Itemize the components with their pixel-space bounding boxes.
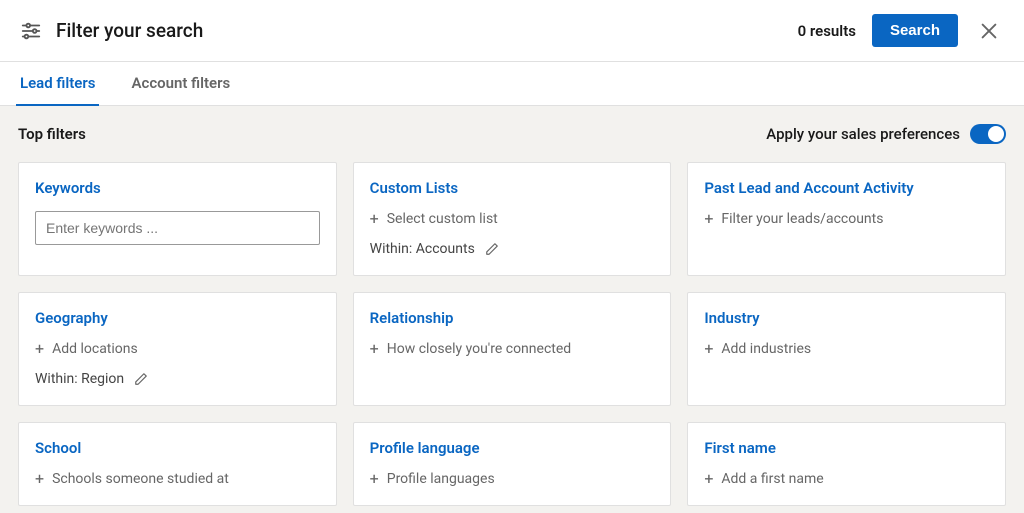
add-first-name[interactable]: + Add a first name <box>704 471 989 487</box>
filter-sliders-icon <box>20 20 42 42</box>
close-icon <box>978 20 1000 42</box>
edit-custom-lists-scope[interactable] <box>485 242 499 256</box>
close-button[interactable] <box>974 16 1004 46</box>
card-first-name: First name + Add a first name <box>687 422 1006 506</box>
card-keywords: Keywords <box>18 162 337 276</box>
modal-header: Filter your search 0 results Search <box>0 0 1024 62</box>
add-custom-list-label: Select custom list <box>387 211 498 227</box>
edit-geography-scope[interactable] <box>134 372 148 386</box>
toggle-knob <box>988 126 1004 142</box>
page-title: Filter your search <box>56 19 203 42</box>
card-geography: Geography + Add locations Within: Region <box>18 292 337 406</box>
geography-scope-label: Within: Region <box>35 371 124 387</box>
add-relationship-label: How closely you're connected <box>387 341 571 357</box>
tab-lead-filters[interactable]: Lead filters <box>16 62 99 106</box>
keywords-input[interactable] <box>35 211 320 245</box>
header-left: Filter your search <box>20 19 203 42</box>
sales-prefs-toggle[interactable] <box>970 124 1006 144</box>
add-past-activity-label: Filter your leads/accounts <box>721 211 883 227</box>
add-relationship[interactable]: + How closely you're connected <box>370 341 655 357</box>
sales-prefs-container: Apply your sales preferences <box>766 124 1006 144</box>
content-area: Top filters Apply your sales preferences… <box>0 106 1024 513</box>
add-profile-language[interactable]: + Profile languages <box>370 471 655 487</box>
card-custom-lists: Custom Lists + Select custom list Within… <box>353 162 672 276</box>
plus-icon: + <box>35 471 44 487</box>
custom-lists-scope: Within: Accounts <box>370 241 655 257</box>
add-first-name-label: Add a first name <box>721 471 823 487</box>
geography-scope: Within: Region <box>35 371 320 387</box>
add-industry-label: Add industries <box>721 341 811 357</box>
add-school[interactable]: + Schools someone studied at <box>35 471 320 487</box>
search-button[interactable]: Search <box>872 14 958 47</box>
section-title: Top filters <box>18 125 86 143</box>
header-right: 0 results Search <box>798 14 1004 47</box>
tab-account-filters[interactable]: Account filters <box>127 62 234 106</box>
card-school: School + Schools someone studied at <box>18 422 337 506</box>
card-title-relationship: Relationship <box>370 309 655 327</box>
card-past-activity: Past Lead and Account Activity + Filter … <box>687 162 1006 276</box>
card-title-geography: Geography <box>35 309 320 327</box>
tabs: Lead filters Account filters <box>0 62 1024 106</box>
plus-icon: + <box>370 341 379 357</box>
plus-icon: + <box>35 341 44 357</box>
card-title-first-name: First name <box>704 439 989 457</box>
card-profile-language: Profile language + Profile languages <box>353 422 672 506</box>
add-geography-label: Add locations <box>52 341 138 357</box>
add-school-label: Schools someone studied at <box>52 471 229 487</box>
plus-icon: + <box>370 211 379 227</box>
plus-icon: + <box>370 471 379 487</box>
add-industry[interactable]: + Add industries <box>704 341 989 357</box>
filter-cards-grid: Keywords Custom Lists + Select custom li… <box>18 162 1006 506</box>
add-past-activity[interactable]: + Filter your leads/accounts <box>704 211 989 227</box>
custom-lists-scope-label: Within: Accounts <box>370 241 475 257</box>
add-custom-list[interactable]: + Select custom list <box>370 211 655 227</box>
card-title-keywords: Keywords <box>35 179 320 197</box>
plus-icon: + <box>704 471 713 487</box>
add-profile-language-label: Profile languages <box>387 471 495 487</box>
card-title-industry: Industry <box>704 309 989 327</box>
card-title-profile-language: Profile language <box>370 439 655 457</box>
card-industry: Industry + Add industries <box>687 292 1006 406</box>
content-header: Top filters Apply your sales preferences <box>18 124 1006 144</box>
card-title-school: School <box>35 439 320 457</box>
plus-icon: + <box>704 341 713 357</box>
add-geography[interactable]: + Add locations <box>35 341 320 357</box>
results-count: 0 results <box>798 22 856 40</box>
sales-prefs-label: Apply your sales preferences <box>766 125 960 143</box>
card-title-past-activity: Past Lead and Account Activity <box>704 179 989 197</box>
plus-icon: + <box>704 211 713 227</box>
card-title-custom-lists: Custom Lists <box>370 179 655 197</box>
card-relationship: Relationship + How closely you're connec… <box>353 292 672 406</box>
